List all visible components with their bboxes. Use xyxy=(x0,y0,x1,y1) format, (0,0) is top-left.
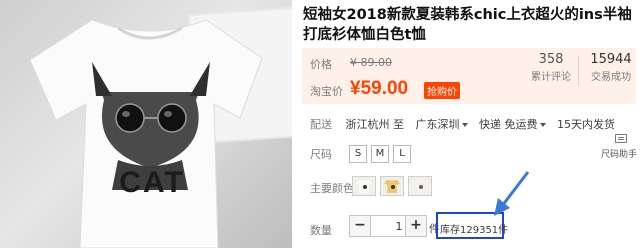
size-label: 尺码 xyxy=(310,148,332,161)
sales-count: 15944 xyxy=(590,52,632,67)
taobao-price-label: 淘宝价 xyxy=(310,85,343,98)
print-dot xyxy=(419,185,423,189)
product-title: 短袖女2018新款夏装韩系chic上衣超火的ins半袖打底衫体恤白色t恤 xyxy=(303,7,632,43)
print-dot xyxy=(391,185,395,189)
color-swatch-yellow[interactable] xyxy=(380,176,404,196)
color-swatch-white-cat[interactable] xyxy=(352,176,376,196)
sales-label: 交易成功 xyxy=(591,72,631,83)
reviews-label: 累计评论 xyxy=(531,72,571,83)
size-option-l[interactable]: L xyxy=(393,145,411,163)
quantity-decrease-button[interactable]: − xyxy=(349,215,371,237)
quantity-label: 数量 xyxy=(310,224,332,237)
size-helper-label: 尺码助手 xyxy=(600,150,637,160)
delivery-row: 配送 浙江杭州 至 广东深圳 快递 免运费 15天内发货 xyxy=(310,116,623,132)
shipping-method-label: 快递 免运费 xyxy=(479,118,538,131)
ship-to-label: 广东深圳 xyxy=(415,118,460,131)
delivery-label: 配送 xyxy=(310,118,332,131)
size-option-s[interactable]: S xyxy=(349,145,367,163)
quantity-increase-button[interactable]: + xyxy=(405,215,427,237)
price-panel: 价格 ¥ 89.00 淘宝价 ¥59.00 抢购价 358 累计评论 15944… xyxy=(302,48,636,104)
size-option-m[interactable]: M xyxy=(371,145,389,163)
tshirt-print-text: CAT xyxy=(119,166,185,199)
reviews-stat[interactable]: 358 累计评论 xyxy=(524,52,578,83)
color-label: 主要颜色 xyxy=(310,182,354,195)
stock-count: 库存129351件 xyxy=(440,225,509,236)
product-image[interactable]: CAT xyxy=(0,0,292,248)
reviews-count: 358 xyxy=(538,52,564,67)
ship-to-select[interactable]: 广东深圳 xyxy=(416,118,468,131)
original-price: ¥ 89.00 xyxy=(350,56,392,69)
color-swatch-white-brown[interactable] xyxy=(408,176,432,196)
stats-divider xyxy=(578,56,579,86)
annotation-arrow-icon xyxy=(494,171,530,216)
ship-from: 浙江杭州 至 xyxy=(345,118,405,131)
chevron-down-icon xyxy=(461,123,468,127)
chevron-down-icon xyxy=(539,123,546,127)
flash-sale-badge: 抢购价 xyxy=(424,82,460,99)
taobao-price: ¥59.00 xyxy=(350,78,409,99)
ruler-icon xyxy=(615,134,627,143)
tshirt-illustration xyxy=(29,19,263,248)
original-price-label: 价格 xyxy=(310,58,332,71)
shipping-method-select[interactable]: 快递 免运费 xyxy=(479,118,546,131)
size-helper-button[interactable]: 尺码助手 xyxy=(601,128,639,160)
print-dot xyxy=(363,185,367,189)
sales-stat: 15944 交易成功 xyxy=(584,52,638,83)
